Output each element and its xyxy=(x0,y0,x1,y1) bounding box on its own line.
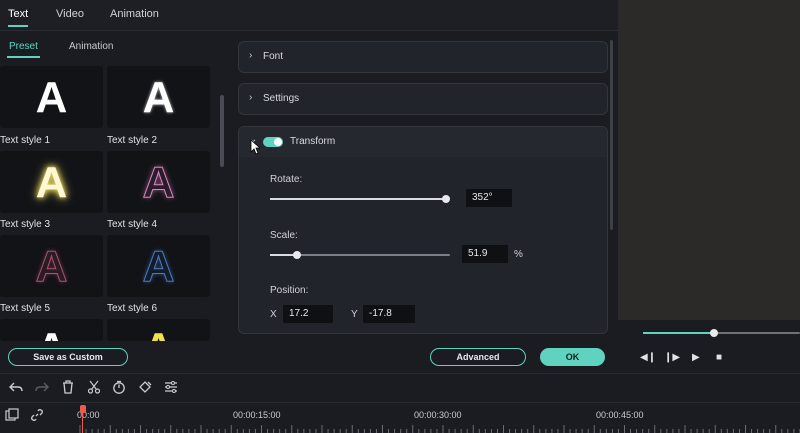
scale-slider[interactable] xyxy=(270,251,450,259)
timecode-label: 00:00:30:00 xyxy=(414,410,462,420)
preset-thumb-8[interactable]: A xyxy=(107,319,210,341)
position-x-field[interactable]: 17.2 xyxy=(283,305,333,323)
preset-thumb-7[interactable]: A xyxy=(0,319,103,341)
rotate-label: Rotate: xyxy=(270,174,303,185)
settings-scrollbar[interactable] xyxy=(610,40,613,230)
cut-icon[interactable] xyxy=(87,380,101,394)
position-y-label: Y xyxy=(351,309,358,320)
font-section-header[interactable]: › Font xyxy=(239,42,607,72)
play-icon[interactable]: ▶ xyxy=(692,352,700,363)
speed-icon[interactable] xyxy=(112,380,126,394)
action-bar: Save as Custom Advanced OK xyxy=(0,342,618,372)
preset-label-4: Text style 4 xyxy=(107,219,158,230)
edit-toolbar xyxy=(0,373,800,402)
preset-glyph: A xyxy=(35,158,68,207)
rotate-slider-fill xyxy=(270,198,447,200)
settings-panel: › Font › Settings ⌄ Transform Rotate: 35… xyxy=(230,31,618,341)
redo-icon[interactable] xyxy=(35,380,49,394)
preset-glyph: A xyxy=(142,158,175,207)
preset-thumb-4[interactable]: A xyxy=(107,151,210,213)
preset-thumb-5[interactable]: A xyxy=(0,235,103,297)
preset-glyph: A xyxy=(107,325,210,342)
tab-animation[interactable]: Animation xyxy=(110,8,159,20)
preset-thumb-2[interactable]: A xyxy=(107,66,210,128)
preset-thumb-3[interactable]: A xyxy=(0,151,103,213)
tab-video[interactable]: Video xyxy=(56,8,84,20)
chevron-right-icon: › xyxy=(249,92,253,103)
timeline-ruler[interactable]: 00:00 00:00:15:00 00:00:30:00 00:00:45:0… xyxy=(0,402,800,433)
video-preview xyxy=(618,0,800,320)
playback-handle[interactable] xyxy=(709,329,718,337)
player-controls: ◀❙ ❙▶ ▶ ■ xyxy=(618,320,800,370)
settings-section[interactable]: › Settings xyxy=(238,83,608,115)
adjust-icon[interactable] xyxy=(164,380,178,394)
save-as-custom-button[interactable]: Save as Custom xyxy=(8,348,128,366)
preset-label-1: Text style 1 xyxy=(0,135,51,146)
playhead-line xyxy=(82,413,83,433)
position-y-field[interactable]: -17.8 xyxy=(363,305,415,323)
next-frame-icon[interactable]: ❙▶ xyxy=(664,352,680,363)
settings-section-title: Settings xyxy=(263,93,300,104)
tab-text[interactable]: Text xyxy=(8,8,29,27)
ok-button[interactable]: OK xyxy=(540,348,605,366)
timecode-label: 00:00:45:00 xyxy=(596,410,644,420)
preset-glyph: A xyxy=(35,73,68,122)
delete-icon[interactable] xyxy=(61,380,75,394)
transform-section-title: Transform xyxy=(290,136,336,147)
scale-label: Scale: xyxy=(270,230,298,241)
scale-slider-handle[interactable] xyxy=(293,251,301,259)
font-section[interactable]: › Font xyxy=(238,41,608,73)
subtab-preset[interactable]: Preset xyxy=(7,41,40,58)
transform-section: ⌄ Transform Rotate: 352° Scale: 51.9 % P… xyxy=(238,126,608,334)
preset-label-6: Text style 6 xyxy=(107,303,158,314)
add-track-icon[interactable] xyxy=(5,408,19,422)
rotate-slider[interactable] xyxy=(270,195,451,203)
preset-glyph: A xyxy=(35,242,68,291)
chevron-right-icon: › xyxy=(249,50,253,61)
preset-glyph: A xyxy=(142,73,175,122)
undo-icon[interactable] xyxy=(9,380,23,394)
playback-progress-fill xyxy=(643,332,714,334)
preset-label-5: Text style 5 xyxy=(0,303,51,314)
preset-scrollbar[interactable] xyxy=(220,95,224,167)
playhead-handle[interactable] xyxy=(80,405,86,413)
scale-unit: % xyxy=(514,249,523,260)
keyframe-icon[interactable] xyxy=(138,380,152,394)
subtab-animation[interactable]: Animation xyxy=(69,41,113,52)
preset-label-3: Text style 3 xyxy=(0,219,51,230)
preset-panel: Preset Animation A A Text style 1 Text s… xyxy=(0,31,230,341)
preset-thumb-1[interactable]: A xyxy=(0,66,103,128)
playback-progress[interactable] xyxy=(643,329,800,337)
advanced-button[interactable]: Advanced xyxy=(430,348,526,366)
transform-toggle[interactable] xyxy=(263,137,283,147)
mouse-cursor-icon xyxy=(250,139,260,155)
link-icon[interactable] xyxy=(30,408,44,422)
top-tab-bar: Text Video Animation xyxy=(0,0,618,31)
stop-icon[interactable]: ■ xyxy=(716,352,722,363)
preset-thumb-6[interactable]: A xyxy=(107,235,210,297)
preset-label-2: Text style 2 xyxy=(107,135,158,146)
scale-value-field[interactable]: 51.9 xyxy=(462,245,508,263)
preset-glyph: A xyxy=(0,325,103,342)
timecode-label: 00:00:15:00 xyxy=(233,410,281,420)
position-x-label: X xyxy=(270,309,277,320)
rotate-value-field[interactable]: 352° xyxy=(466,189,512,207)
preset-glyph: A xyxy=(142,242,175,291)
transform-section-header[interactable]: ⌄ Transform xyxy=(239,127,607,157)
settings-section-header[interactable]: › Settings xyxy=(239,84,607,114)
prev-frame-icon[interactable]: ◀❙ xyxy=(640,352,656,363)
font-section-title: Font xyxy=(263,51,284,62)
position-label: Position: xyxy=(270,285,309,296)
rotate-slider-handle[interactable] xyxy=(442,195,451,203)
